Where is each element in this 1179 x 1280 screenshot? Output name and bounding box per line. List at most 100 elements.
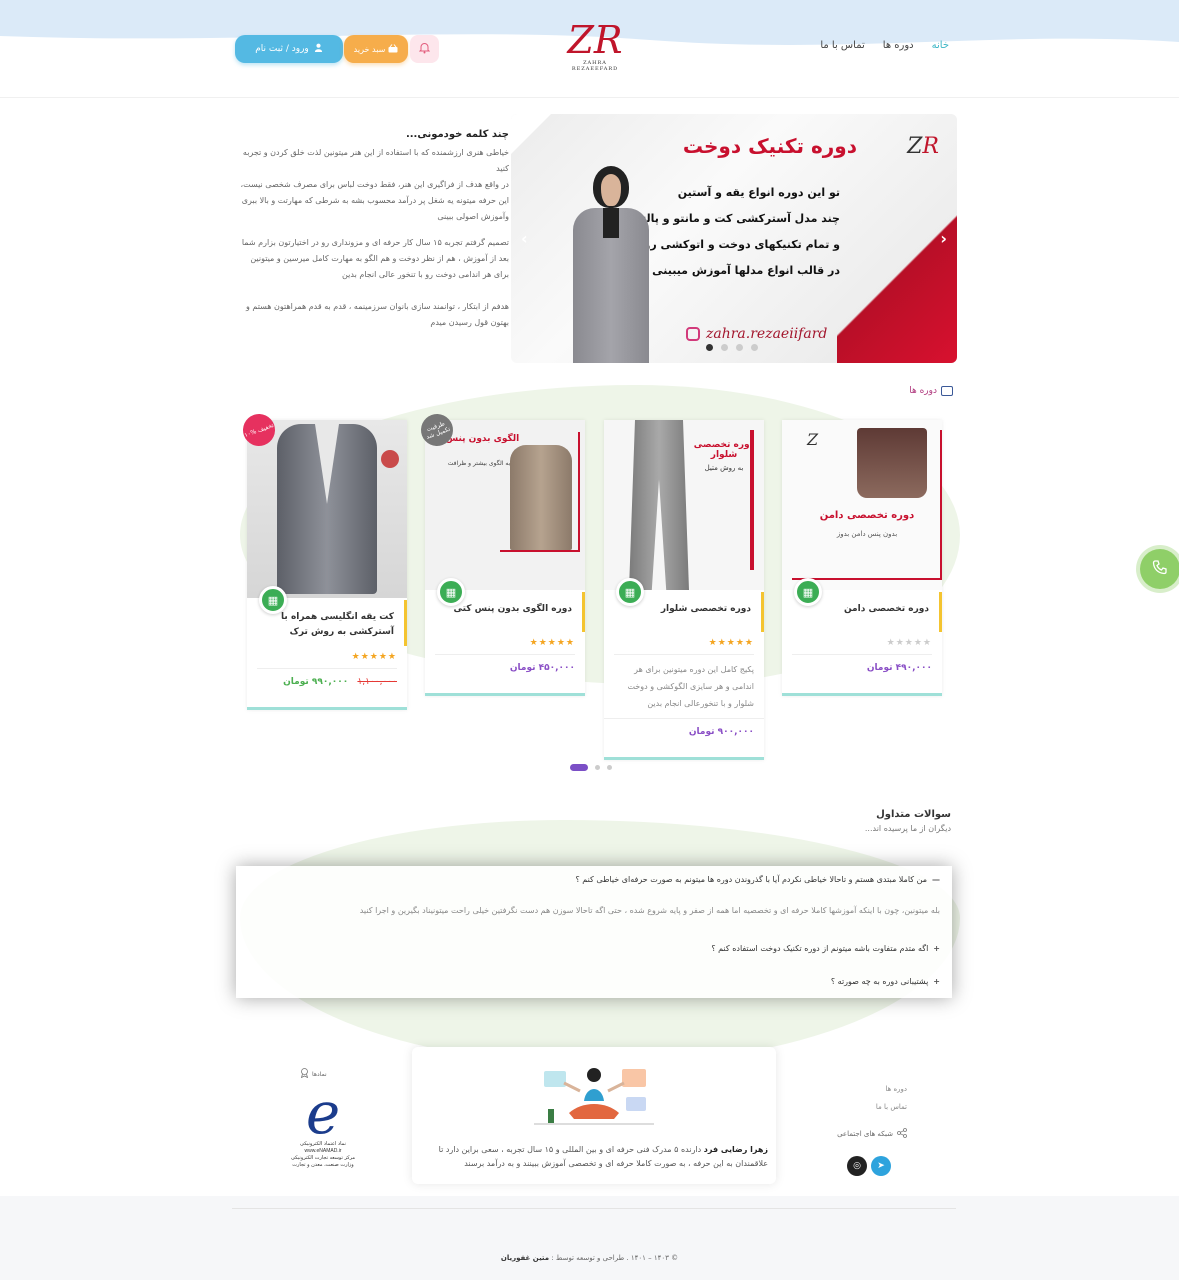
enamad-line: مرکز توسعه تجارت الکترونیکی — [290, 1155, 356, 1161]
cart-button[interactable]: سبد خرید — [344, 35, 408, 63]
course-card[interactable]: ظرفیت تکمیل شد الگوی بدون پنس به الگوی ب… — [416, 409, 585, 696]
rating-stars: ★★★★★ — [257, 646, 397, 669]
rating-stars: ★★★★★ — [435, 632, 575, 655]
faq-question[interactable]: + اگه متدم متفاوت باشه میتونم از دوره تک… — [711, 944, 940, 953]
social-label: شبکه های اجتماعی — [837, 1128, 907, 1140]
course-image[interactable]: الگوی بدون پنس به الگوی بیشتر و ظرافت — [425, 420, 585, 590]
carousel-pager — [570, 764, 612, 771]
enamad-line: نماد اعتماد الکترونیکی — [300, 1141, 346, 1147]
enamad-line: وزارت صنعت، معدن و تجارت — [292, 1162, 354, 1168]
plus-icon: + — [933, 977, 940, 986]
nav-courses[interactable]: دوره ها — [883, 40, 914, 51]
banner-person-image — [571, 166, 651, 363]
intro-paragraph: تصمیم گرفتم تجربه ۱۵ سال کار حرفه ای و م… — [241, 238, 509, 279]
courses-section-label[interactable]: دوره ها — [909, 386, 953, 396]
instagram-icon[interactable]: ◎ — [847, 1156, 867, 1176]
footer-links: دوره ها تماس با ما — [876, 1080, 907, 1116]
meditation-illustration — [534, 1068, 654, 1125]
slider-next-arrow[interactable]: › — [940, 229, 947, 248]
add-to-cart-button[interactable]: ▦ — [437, 578, 465, 606]
share-icon — [897, 1128, 907, 1140]
plus-icon: + — [933, 944, 940, 953]
footer-divider — [232, 1208, 956, 1209]
cart-label: سبد خرید — [353, 44, 386, 54]
call-button[interactable] — [1140, 549, 1179, 589]
pager-dot[interactable] — [595, 765, 600, 770]
copyright-author[interactable]: متین غفوریان — [501, 1254, 549, 1262]
intro-paragraph: در واقع هدف از فراگیری این هنر، فقط دوخت… — [240, 180, 509, 189]
about-text: زهرا رضایی فرد دارنده ۵ مدرک فنی حرفه ای… — [428, 1143, 768, 1171]
faq-answer: بله میتونین، چون با اینکه آموزشها کاملا … — [359, 906, 940, 915]
slider-prev-arrow[interactable]: ‹ — [521, 229, 528, 248]
intro-paragraph: هدفم از ابتکار ، توانمند سازی بانوان سرز… — [246, 302, 509, 327]
banner-line: در قالب انواع مدلها آموزش میبینی — [652, 264, 840, 277]
intro-paragraph: این حرفه میتونه یه شغل پر درآمد محسوب بش… — [241, 196, 509, 221]
copyright-prefix: © ۱۴۰۳ – ۱۴۰۱ . طراحی و توسعه توسط : — [549, 1254, 679, 1262]
faq-question-text: من کاملا مبتدی هستم و تاحالا خیاطی نکردم… — [575, 875, 927, 884]
course-image-caption: دوره تخصصی شلوار — [693, 440, 755, 460]
course-image[interactable] — [247, 420, 407, 598]
telegram-icon[interactable]: ➤ — [871, 1156, 891, 1176]
banner-logo: ZR — [907, 134, 939, 159]
instagram-icon — [686, 327, 700, 341]
about-box: زهرا رضایی فرد دارنده ۵ مدرک فنی حرفه ای… — [412, 1047, 776, 1184]
slider-dot[interactable] — [721, 344, 728, 351]
notifications-button[interactable] — [410, 35, 439, 63]
enamad-badge[interactable]: e نماد اعتماد الکترونیکی www.eNAMAD.ir م… — [290, 1084, 356, 1189]
basket-icon: ▦ — [624, 585, 636, 599]
slider-dot[interactable] — [706, 344, 713, 351]
add-to-cart-button[interactable]: ▦ — [794, 578, 822, 606]
faq-question-text: پشتیبانی دوره به چه صورته ؟ — [830, 977, 929, 986]
faq-question[interactable]: + پشتیبانی دوره به چه صورته ؟ — [831, 977, 940, 986]
faq-accordion: — من کاملا مبتدی هستم و تاحالا خیاطی نکر… — [236, 866, 952, 998]
course-card[interactable]: دوره تخصصی شلوار به روش متیل ▦ دوره تخصص… — [604, 420, 764, 760]
faq-question[interactable]: — من کاملا مبتدی هستم و تاحالا خیاطی نکر… — [576, 875, 940, 884]
main-nav: خانه دوره ها تماس با ما — [820, 40, 949, 51]
slider-dot[interactable] — [736, 344, 743, 351]
copyright: © ۱۴۰۳ – ۱۴۰۱ . طراحی و توسعه توسط : متی… — [0, 1254, 1179, 1262]
course-price: ۴۹۰,۰۰۰ تومان — [866, 663, 932, 673]
phone-icon — [1152, 559, 1168, 579]
course-price: ۴۵۰,۰۰۰ تومان — [509, 663, 575, 673]
login-button[interactable]: ورود / ثبت نام — [235, 35, 343, 63]
course-image-subcaption: بدون پنس دامن بدوز — [836, 530, 898, 538]
course-image[interactable]: دوره تخصصی دامن بدون پنس دامن بدوز Z — [782, 420, 942, 590]
nav-home[interactable]: خانه — [932, 40, 949, 51]
bell-icon — [418, 42, 431, 57]
header-divider — [0, 97, 1179, 98]
course-image[interactable]: دوره تخصصی شلوار به روش متیل — [604, 420, 764, 590]
new-price: ۹۹۰,۰۰۰ تومان — [283, 677, 349, 687]
social-icons: ◎ ➤ — [847, 1156, 891, 1176]
gallery-icon — [941, 386, 953, 396]
slider-dots — [706, 344, 758, 351]
minus-icon: — — [932, 875, 940, 884]
intro-text: چند کلمه خودمونی... خیاطی هنری ارزشمنده … — [234, 127, 509, 341]
banner-line: و تمام تکنیکهای دوخت و اتوکشی رو — [643, 238, 840, 251]
user-icon — [314, 43, 323, 55]
pager-dot[interactable] — [607, 765, 612, 770]
add-to-cart-button[interactable]: ▦ — [259, 586, 287, 614]
banner-instagram: zahra.rezaeiifard — [686, 326, 827, 342]
course-card[interactable]: ۱۰% تخفیف ▦ کت یقه انگلیسی همراه با آستر… — [238, 409, 407, 710]
hero-slider[interactable]: ZR دوره تکنیک دوخت تو این دوره انواع یقه… — [511, 114, 957, 363]
banner-fold — [511, 114, 551, 154]
course-description: پکیج کامل این دوره میتونین برای هر اندام… — [604, 655, 764, 719]
footer-link[interactable]: تماس با ما — [876, 1098, 907, 1116]
basket-icon: ▦ — [802, 585, 814, 599]
nav-contact[interactable]: تماس با ما — [820, 40, 864, 51]
slider-dot[interactable] — [751, 344, 758, 351]
site-logo[interactable]: ZR ZAHRA REZAEEFARD — [560, 20, 630, 82]
faq-question-text: اگه متدم متفاوت باشه میتونم از دوره تکنی… — [711, 944, 929, 953]
pager-dot[interactable] — [570, 764, 588, 771]
add-to-cart-button[interactable]: ▦ — [616, 578, 644, 606]
rating-stars: ★★★★★ — [792, 632, 932, 655]
footer-bottom: © ۱۴۰۳ – ۱۴۰۱ . طراحی و توسعه توسط : متی… — [0, 1196, 1179, 1280]
intro-paragraph: خیاطی هنری ارزشمنده که با استفاده از این… — [242, 148, 509, 173]
faq-header: سوالات متداول دیگران از ما پرسیده اند... — [865, 809, 951, 833]
logo-mark: Z — [567, 18, 594, 62]
basket-icon: ▦ — [267, 593, 279, 607]
old-price: ۱,۱۰۰,۰۰۰ — [357, 677, 397, 687]
banner-title: دوره تکنیک دوخت — [682, 134, 857, 158]
footer-link[interactable]: دوره ها — [876, 1080, 907, 1098]
course-card[interactable]: دوره تخصصی دامن بدون پنس دامن بدوز Z ▦ د… — [782, 420, 942, 696]
